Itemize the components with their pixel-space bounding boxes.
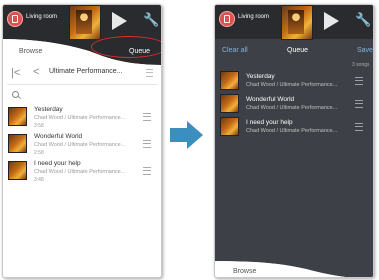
now-playing-bar: Living room 🔧 [3, 5, 161, 40]
list-item[interactable]: I need your help Chad Wood / Ultimate Pe… [215, 115, 373, 141]
drag-handle-icon[interactable] [355, 77, 363, 85]
drag-handle-icon[interactable] [143, 167, 151, 175]
track-subtitle: Chad Wood / Ultimate Performance... [246, 128, 338, 134]
clear-all-button[interactable]: Clear all [222, 47, 248, 54]
drag-handle-icon[interactable] [355, 123, 363, 131]
left-screen: Living room 🔧 Browse Queue |< < Ultimate… [2, 4, 162, 278]
track-art [220, 117, 239, 136]
wrench-icon[interactable]: 🔧 [355, 13, 371, 27]
track-title: I need your help [246, 119, 293, 126]
drag-handle-icon[interactable] [143, 113, 151, 121]
save-button[interactable]: Save [357, 47, 373, 54]
room-label[interactable]: Living room [238, 14, 269, 20]
arrow-right-icon [170, 128, 187, 142]
track-subtitle: Chad Wood / Ultimate Performance... [246, 105, 338, 111]
track-subtitle: Chad Wood / Ultimate Performance... [34, 169, 126, 175]
album-art[interactable] [281, 5, 313, 40]
play-icon[interactable] [324, 12, 339, 30]
track-subtitle: Chad Wood / Ultimate Performance... [34, 115, 126, 121]
album-art[interactable] [69, 5, 101, 40]
track-duration: 2:58 [34, 150, 44, 156]
drag-handle-icon[interactable] [143, 140, 151, 148]
breadcrumb-toolbar: |< < Ultimate Performance... [3, 65, 161, 83]
track-title: Wonderful World [246, 96, 295, 103]
track-art [220, 71, 239, 90]
queue-header: Clear all Queue Save [215, 39, 373, 61]
track-art [8, 161, 27, 180]
song-count: 3 songs [352, 62, 370, 68]
page-title: Queue [287, 47, 309, 54]
track-title: Yesterday [34, 106, 63, 113]
drag-handle-icon[interactable] [355, 100, 363, 108]
track-art [8, 107, 27, 126]
track-duration: 3:48 [34, 177, 44, 183]
right-screen: Living room 🔧 Clear all Queue Save 3 son… [214, 4, 374, 278]
track-subtitle: Chad Wood / Ultimate Performance... [246, 82, 338, 88]
search-icon[interactable] [12, 91, 19, 98]
menu-icon[interactable] [146, 69, 153, 77]
arrow-right-head [187, 121, 203, 149]
now-playing-bar: Living room 🔧 [215, 5, 373, 40]
room-label[interactable]: Living room [26, 14, 57, 20]
breadcrumb-title: Ultimate Performance... [49, 68, 123, 75]
list-item[interactable]: Wonderful World Chad Wood / Ultimate Per… [3, 132, 161, 158]
back-icon[interactable]: < [33, 66, 39, 78]
track-art [220, 94, 239, 113]
play-icon[interactable] [112, 12, 127, 30]
track-duration: 3:58 [34, 123, 44, 129]
list-item[interactable]: Yesterday Chad Wood / Ultimate Performan… [3, 105, 161, 131]
list-item[interactable]: I need your help Chad Wood / Ultimate Pe… [3, 159, 161, 185]
track-title: I need your help [34, 160, 81, 167]
skip-start-icon[interactable]: |< [11, 67, 20, 79]
room-icon[interactable] [7, 11, 23, 27]
track-title: Yesterday [246, 73, 275, 80]
track-subtitle: Chad Wood / Ultimate Performance... [34, 142, 126, 148]
tab-browse[interactable]: Browse [233, 268, 256, 275]
divider [7, 84, 157, 85]
room-icon[interactable] [219, 11, 235, 27]
tab-browse[interactable]: Browse [19, 48, 42, 55]
track-art [8, 134, 27, 153]
wrench-icon[interactable]: 🔧 [143, 13, 159, 27]
highlight-oval [91, 36, 161, 58]
track-title: Wonderful World [34, 133, 83, 140]
